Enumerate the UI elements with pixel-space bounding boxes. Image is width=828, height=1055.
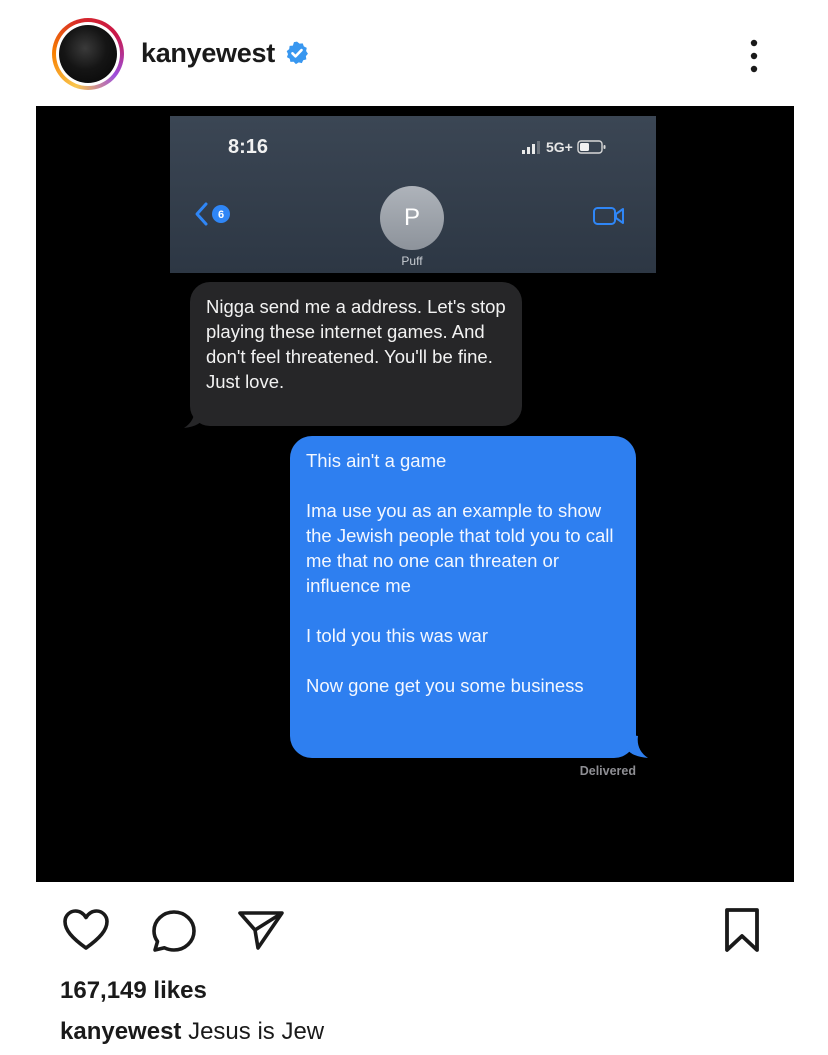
- outgoing-message-line: This ain't a game: [306, 450, 447, 471]
- delivered-label: Delivered: [579, 764, 636, 778]
- video-call-icon[interactable]: [592, 204, 626, 228]
- caption-username[interactable]: kanyewest: [60, 1018, 181, 1045]
- username[interactable]: kanyewest: [141, 38, 275, 69]
- unread-count: 6: [218, 209, 224, 221]
- outgoing-message-line: Now gone get you some business: [306, 675, 584, 696]
- status-indicators: 5G+: [522, 138, 607, 156]
- incoming-message-bubble: Nigga send me a address. Let's stop play…: [190, 282, 522, 426]
- status-time: 8:16: [228, 136, 269, 158]
- avatar-frame: [56, 22, 120, 86]
- caption: kanyewest Jesus is Jew: [60, 1018, 324, 1046]
- post-header: kanyewest: [0, 0, 828, 105]
- post-actions: [0, 890, 828, 970]
- likes-count[interactable]: 167,149 likes: [60, 977, 207, 1005]
- outgoing-message-bubble: This ain't a game Ima use you as an exam…: [290, 436, 636, 758]
- heart-icon[interactable]: [62, 908, 110, 952]
- more-vertical-icon[interactable]: [742, 36, 766, 76]
- share-icon[interactable]: [236, 908, 286, 952]
- contact-name: Puff: [401, 254, 423, 268]
- contact-avatar[interactable]: P: [380, 186, 444, 250]
- imessage-header: 8:16 5G+ 6 P Puff: [170, 116, 656, 273]
- battery-icon: [577, 140, 606, 154]
- bookmark-icon[interactable]: [720, 906, 764, 954]
- avatar-image: [59, 25, 117, 83]
- post-image[interactable]: 8:16 5G+ 6 P Puff Nigga send me a addres…: [36, 106, 794, 882]
- comment-icon[interactable]: [150, 908, 198, 954]
- verified-badge-icon: [286, 41, 308, 65]
- back-chevron-icon[interactable]: 6: [192, 200, 242, 228]
- incoming-message-text: Nigga send me a address. Let's stop play…: [206, 296, 506, 392]
- signal-icon: [522, 141, 540, 154]
- outgoing-message-line: Ima use you as an example to show the Je…: [306, 500, 614, 596]
- network-label: 5G+: [546, 139, 573, 155]
- contact-initial: P: [403, 204, 420, 231]
- outgoing-bubble-tail: [626, 734, 648, 758]
- caption-text: Jesus is Jew: [188, 1018, 325, 1045]
- incoming-bubble-tail: [184, 406, 204, 428]
- outgoing-message-line: I told you this was war: [306, 625, 488, 646]
- avatar[interactable]: [52, 18, 124, 90]
